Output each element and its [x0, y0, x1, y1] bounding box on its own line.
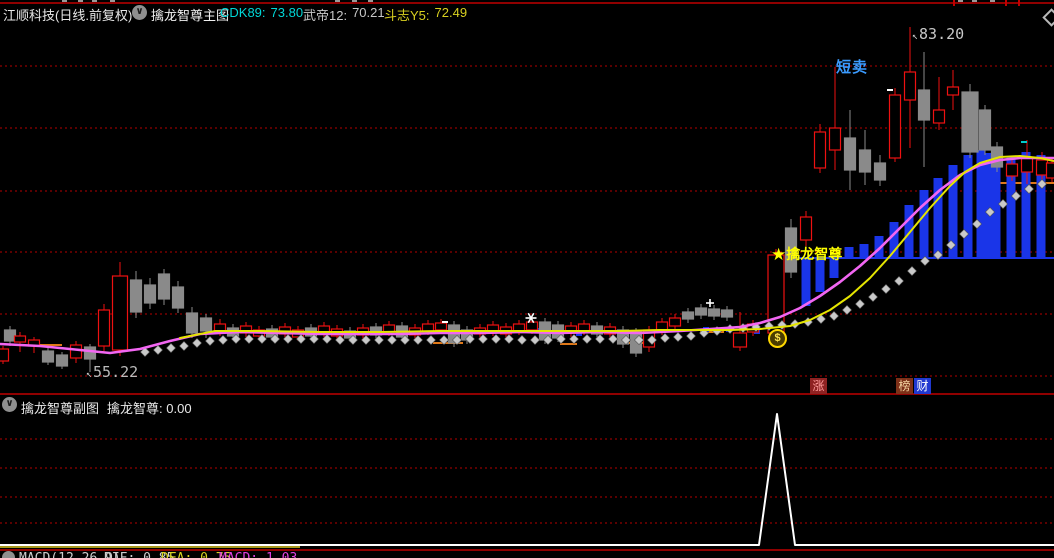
arrow-up-left-icon: ↖ [86, 369, 93, 380]
metric-cdk89: CDK89: 73.80 [220, 5, 304, 20]
short-sell-label: 短卖 [836, 59, 869, 76]
stock-chart-window: 江顺科技(日线.前复权) ∨ 擒龙智尊主图 CDK89: 73.80 武帝12: 7… [0, 0, 1054, 558]
chevron-circle-icon [2, 551, 15, 558]
metric-douzhiy5: 斗志Y5: 72.49 [384, 5, 468, 23]
chevron-down-icon[interactable]: ∨ [2, 397, 17, 412]
star-icon: ★ [771, 245, 787, 264]
macd-value: MACD: 1.03 [219, 551, 297, 558]
main-chart-svg[interactable] [0, 0, 1054, 558]
sub-indicator-value: 擒龙智尊: 0.00 [107, 401, 192, 416]
stock-title: 江顺科技(日线.前复权) [3, 8, 133, 23]
high-price-label: ↖83.20 [912, 25, 965, 43]
money-bag-icon: $ [768, 329, 787, 348]
buy-signal-label: ★擒龙智尊 [771, 245, 843, 264]
sub-indicator-title[interactable]: 擒龙智尊副图 [21, 398, 99, 417]
tag-zhang: 涨 [810, 378, 827, 394]
tag-bang: 榜 [896, 378, 913, 394]
chevron-down-icon[interactable]: ∨ [132, 5, 147, 20]
low-price-label: ↖55.22 [86, 363, 139, 381]
metric-wudi12: 武帝12: 70.21 [303, 5, 385, 23]
arrow-up-left-icon: ↖ [912, 31, 919, 42]
main-indicator-title[interactable]: 擒龙智尊主图 [151, 5, 229, 24]
tag-cai: 财 [914, 378, 931, 394]
macd-strip-clipped: MACD(12.26.9) DIF: 0.85 DEA: 0.75 MACD: … [0, 551, 1054, 558]
